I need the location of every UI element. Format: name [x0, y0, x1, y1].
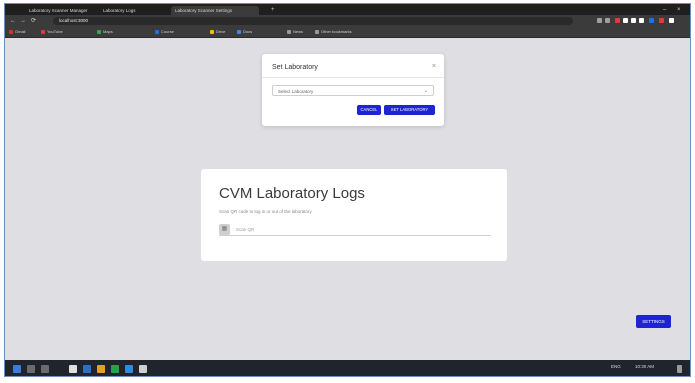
bookmark-item[interactable]: Other bookmarks: [315, 28, 352, 36]
set-laboratory-modal: Set Laboratory × Select Laboratory ⌄ CAN…: [262, 54, 444, 126]
tab-1[interactable]: Laboratory Scanner Manager: [25, 6, 97, 15]
chevron-down-icon: ⌄: [423, 88, 428, 94]
bookmark-item[interactable]: Course: [155, 28, 174, 36]
extension-icon[interactable]: [615, 18, 620, 23]
reload-icon[interactable]: ⟳: [31, 17, 36, 25]
app-icon[interactable]: [83, 365, 91, 373]
app-icon[interactable]: [69, 365, 77, 373]
address-bar-row: ← → ⟳ localhost:3000: [5, 15, 690, 27]
settings-button[interactable]: SETTINGS: [636, 315, 671, 328]
bookmark-icon: [9, 29, 13, 34]
qr-code-icon: ▦: [219, 224, 230, 235]
logs-card: CVM Laboratory Logs Scan QR code to log …: [201, 169, 507, 261]
bookmark-item[interactable]: YouTube: [41, 28, 63, 36]
cancel-button[interactable]: CANCEL: [357, 105, 381, 115]
forward-icon[interactable]: →: [20, 17, 26, 25]
app-icon[interactable]: [111, 365, 119, 373]
task-view-icon[interactable]: [41, 365, 49, 373]
new-tab-button[interactable]: +: [271, 6, 275, 14]
bookmark-icon: [97, 29, 101, 34]
minimize-icon[interactable]: –: [663, 6, 666, 14]
modal-title: Set Laboratory: [272, 64, 318, 71]
extension-icon[interactable]: [631, 18, 636, 23]
browser-window: Laboratory Scanner Manager Laboratory Lo…: [4, 3, 691, 377]
scan-input[interactable]: ▦ Scan QR: [219, 224, 491, 236]
page-title: CVM Laboratory Logs: [219, 185, 365, 202]
tab-2[interactable]: Laboratory Logs: [99, 6, 169, 15]
bookmark-item[interactable]: Maps: [97, 28, 113, 36]
bookmark-icon: [210, 29, 214, 34]
chrome-icon[interactable]: [139, 365, 147, 373]
set-laboratory-button[interactable]: SET LABORATORY: [384, 105, 435, 115]
bookmark-icon: [41, 29, 45, 34]
bookmark-icon: [237, 29, 241, 34]
divider: [262, 77, 444, 78]
extension-icon[interactable]: [597, 18, 602, 23]
bookmark-item[interactable]: Drive: [210, 28, 225, 36]
extension-icon[interactable]: [623, 18, 628, 23]
laboratory-select[interactable]: Select Laboratory ⌄: [272, 85, 434, 96]
url-field[interactable]: localhost:3000: [53, 17, 573, 25]
search-icon[interactable]: [27, 365, 35, 373]
language-indicator[interactable]: ENG: [611, 364, 621, 369]
profile-avatar-icon[interactable]: [659, 18, 664, 23]
app-icon[interactable]: [125, 365, 133, 373]
extension-icon[interactable]: [605, 18, 610, 23]
start-icon[interactable]: [13, 365, 21, 373]
page-content: Set Laboratory × Select Laboratory ⌄ CAN…: [5, 38, 690, 360]
close-window-icon[interactable]: ×: [677, 6, 681, 14]
bookmark-item[interactable]: Gmail: [9, 28, 25, 36]
extension-icon[interactable]: [649, 18, 654, 23]
notification-icon[interactable]: [677, 365, 682, 373]
scan-placeholder: Scan QR: [236, 227, 255, 232]
tab-strip: Laboratory Scanner Manager Laboratory Lo…: [5, 4, 690, 15]
menu-icon[interactable]: [669, 18, 674, 23]
bookmark-item[interactable]: News: [287, 28, 303, 36]
bookmark-icon: [315, 29, 319, 34]
bookmark-item[interactable]: Docs: [237, 28, 252, 36]
tab-3[interactable]: Laboratory Scanner Settings: [171, 6, 259, 15]
select-placeholder: Select Laboratory: [278, 89, 314, 94]
extension-icon[interactable]: [639, 18, 644, 23]
clock[interactable]: 10:30 AM: [635, 364, 654, 369]
close-icon[interactable]: ×: [432, 63, 436, 70]
bookmark-icon: [155, 29, 159, 34]
taskbar: ENG 10:30 AM: [5, 360, 690, 376]
page-subtitle: Scan QR code to log in or out of the lab…: [219, 209, 312, 214]
folder-icon[interactable]: [97, 365, 105, 373]
bookmarks-bar: Gmail YouTube Maps Course Drive Docs New…: [5, 27, 690, 38]
back-icon[interactable]: ←: [10, 17, 16, 25]
bookmark-icon: [287, 29, 291, 34]
